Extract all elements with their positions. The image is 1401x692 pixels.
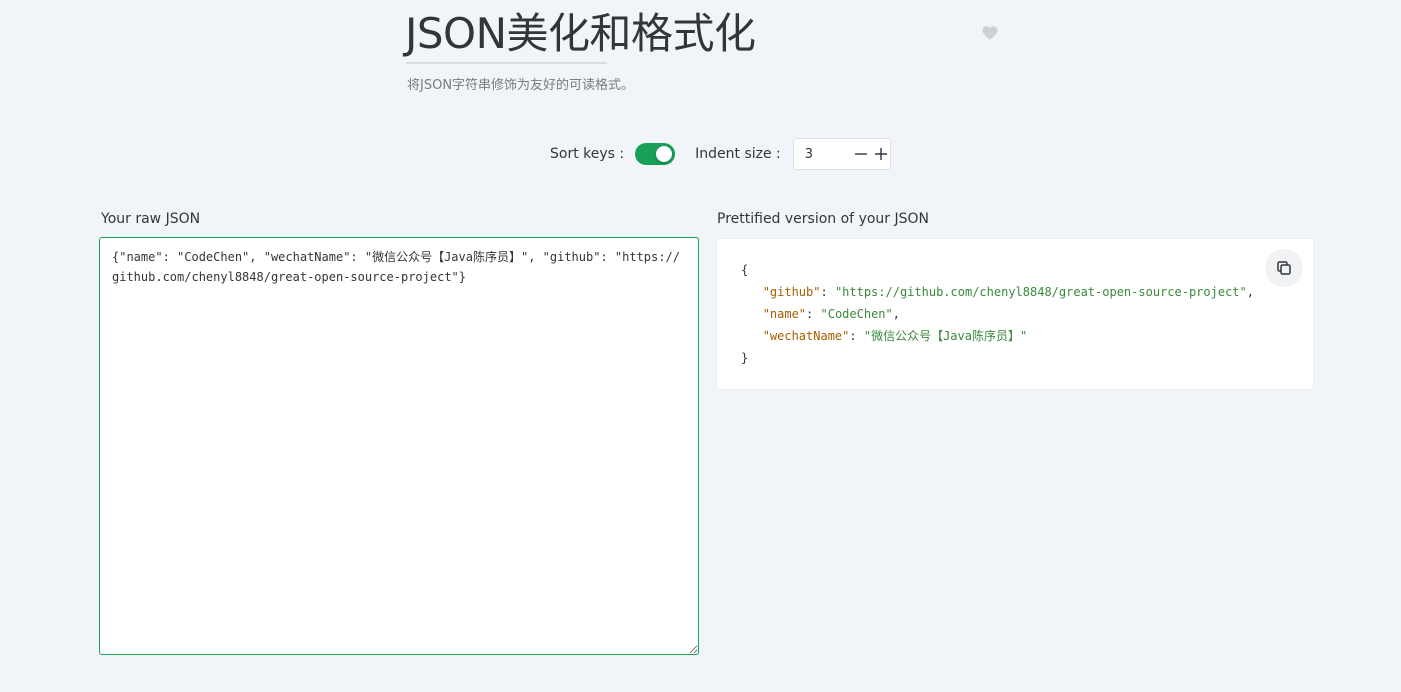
- copy-icon: [1277, 261, 1291, 275]
- json-comma: ,: [1246, 285, 1254, 299]
- pretty-json-line: "wechatName": "微信公众号【Java陈序员】": [741, 325, 1254, 347]
- page-subtitle: 将JSON字符串修饰为友好的可读格式。: [407, 78, 635, 93]
- pretty-json-output: { "github": "https://github.com/chenyl88…: [716, 238, 1314, 390]
- minus-icon[interactable]: [853, 146, 869, 162]
- title-underline: [406, 62, 607, 64]
- raw-json-input[interactable]: {"name": "CodeChen", "wechatName": "微信公众…: [99, 237, 699, 655]
- json-key: "wechatName": [762, 329, 850, 343]
- raw-json-label: Your raw JSON: [101, 211, 201, 227]
- json-brace: }: [741, 351, 749, 365]
- options-bar: Sort keys : Indent size :: [550, 137, 891, 171]
- json-brace: {: [741, 263, 749, 277]
- json-separator: :: [806, 307, 821, 321]
- indent-size-stepper: [792, 138, 891, 170]
- copy-button[interactable]: [1265, 249, 1303, 287]
- sort-keys-label: Sort keys :: [550, 146, 625, 162]
- pretty-json-line: "github": "https://github.com/chenyl8848…: [741, 281, 1254, 303]
- sort-keys-toggle[interactable]: [635, 143, 676, 165]
- pretty-json-line: {: [741, 259, 1254, 281]
- plus-icon[interactable]: [873, 146, 889, 162]
- json-key: "github": [762, 285, 821, 299]
- heart-icon[interactable]: [981, 24, 999, 42]
- page-title: JSON美化和格式化: [405, 9, 756, 58]
- page: JSON美化和格式化 将JSON字符串修饰为友好的可读格式。 Sort keys…: [0, 0, 1401, 692]
- json-separator: :: [820, 285, 835, 299]
- json-value: "https://github.com/chenyl8848/great-ope…: [834, 285, 1247, 299]
- toggle-knob: [656, 146, 673, 162]
- pretty-json-line: "name": "CodeChen",: [741, 303, 1254, 325]
- indent-size-label: Indent size :: [695, 146, 781, 162]
- json-comma: ,: [892, 307, 900, 321]
- json-separator: :: [849, 329, 864, 343]
- json-key: "name": [762, 307, 807, 321]
- json-value: "CodeChen": [820, 307, 893, 321]
- json-value: "微信公众号【Java陈序员】": [863, 329, 1028, 343]
- pretty-json-code: { "github": "https://github.com/chenyl88…: [741, 259, 1254, 369]
- pretty-json-label: Prettified version of your JSON: [717, 211, 930, 227]
- pretty-json-line: }: [741, 347, 1254, 369]
- indent-size-input[interactable]: [804, 146, 849, 162]
